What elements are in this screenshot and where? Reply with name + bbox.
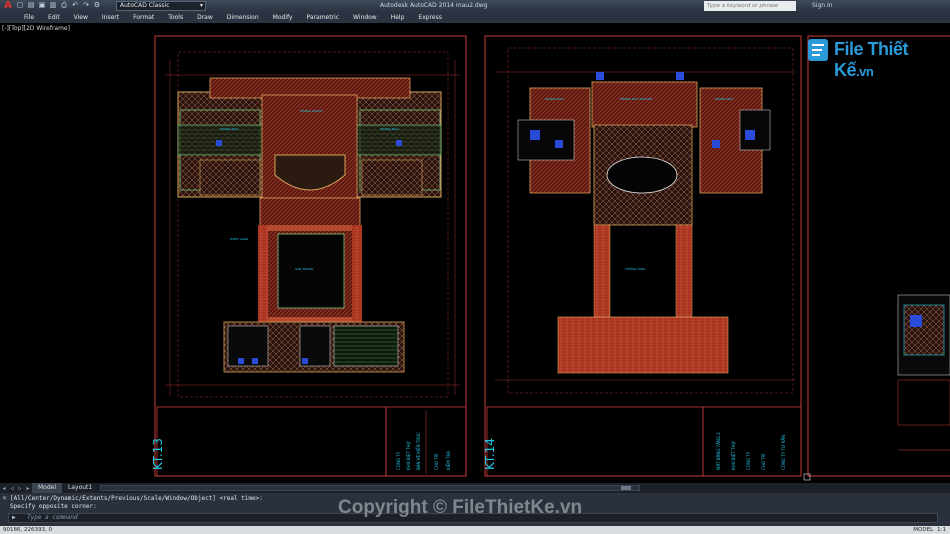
command-placeholder: Type a command (27, 514, 78, 521)
model-space-toggle[interactable]: MODEL (913, 526, 933, 534)
svg-text:THÔNG TẦNG: THÔNG TẦNG (624, 266, 646, 271)
svg-text:HÀNH LANG: HÀNH LANG (230, 236, 249, 241)
svg-text:CHỦ TRÌ: CHỦ TRÌ (434, 454, 439, 470)
menu-draw[interactable]: Draw (191, 12, 221, 23)
window-title: Autodesk AutoCAD 2014 mau2.dwg (380, 2, 488, 9)
brand-logo: File Thiết Kế.vn (806, 35, 946, 80)
menu-dimension[interactable]: Dimension (221, 12, 267, 23)
application-menu-icon[interactable]: A (2, 1, 14, 11)
drawing-svg: PHÒNG KHÁCH PHÒNG NGỦ PHÒNG NGỦ SÂN TRON… (151, 35, 950, 481)
menu-window[interactable]: Window (347, 12, 385, 23)
svg-text:PHÒNG NGỦ: PHÒNG NGỦ (545, 96, 564, 101)
save-as-icon[interactable]: ▥ (49, 1, 57, 10)
ucs-icon (803, 473, 811, 481)
title-bar: A ▢ ▤ ▣ ▥ ⎙ ↶ ↷ ⚙ AutoCAD Classic ▾ Auto… (0, 0, 950, 12)
annotation-scale[interactable]: 1:1 (937, 526, 946, 534)
workspace-dropdown[interactable]: AutoCAD Classic ▾ (116, 1, 206, 11)
svg-text:KHU BIỆT THỰ: KHU BIỆT THỰ (731, 441, 736, 470)
workspace-icon[interactable]: ⚙ (93, 1, 101, 10)
search-input[interactable]: Type a keyword or phrase (704, 1, 796, 11)
menu-tools[interactable]: Tools (162, 12, 191, 23)
chevron-down-icon: ▾ (199, 2, 203, 9)
brand-mark-icon (808, 39, 828, 61)
svg-text:KHU BIỆT THỰ: KHU BIỆT THỰ (406, 441, 411, 470)
svg-text:SÂN TRONG: SÂN TRONG (295, 266, 314, 271)
sheet-partial-right (807, 35, 950, 477)
close-icon[interactable]: ✕ (2, 495, 7, 502)
menu-express[interactable]: Express (412, 12, 449, 23)
plot-icon[interactable]: ⎙ (60, 1, 68, 10)
scrollbar-thumb[interactable] (621, 486, 631, 490)
menu-edit[interactable]: Edit (42, 12, 68, 23)
menu-help[interactable]: Help (385, 12, 413, 23)
prev-tab-icon[interactable]: ◃ (8, 485, 16, 492)
last-tab-icon[interactable]: ▸ (24, 485, 32, 492)
command-history-line: [All/Center/Dynamic/Extents/Previous/Sca… (10, 495, 263, 502)
menu-bar: File Edit View Insert Format Tools Draw … (0, 12, 950, 23)
horizontal-scrollbar[interactable] (100, 485, 640, 491)
status-bar: 90186, 226393, 0 MODEL 1:1 (0, 526, 950, 534)
svg-text:CÔNG TY TƯ VẤN: CÔNG TY TƯ VẤN (781, 435, 786, 470)
sheet-id-kt14: KT.14 (483, 438, 497, 470)
sign-in-link[interactable]: Sign In (812, 0, 833, 12)
svg-text:PHÒNG NGỦ: PHÒNG NGỦ (220, 126, 239, 131)
menu-format[interactable]: Format (127, 12, 162, 23)
svg-text:CÔNG TY: CÔNG TY (746, 451, 751, 470)
coordinate-readout: 90186, 226393, 0 (3, 527, 52, 533)
menu-modify[interactable]: Modify (267, 12, 301, 23)
svg-text:PHÒNG KHÁCH: PHÒNG KHÁCH (300, 108, 323, 113)
next-tab-icon[interactable]: ▹ (16, 485, 24, 492)
save-icon[interactable]: ▣ (38, 1, 46, 10)
drawing-area[interactable]: [-][Top][2D Wireframe] PHÒNG KHÁCH PHÒNG… (0, 23, 950, 483)
brand-text: File Thiết Kế.vn (834, 39, 909, 80)
workspace-value: AutoCAD Classic (120, 2, 170, 9)
menu-file[interactable]: File (18, 12, 42, 23)
svg-text:BẢN VẼ KIẾN TRÚC: BẢN VẼ KIẾN TRÚC (415, 432, 421, 470)
menu-view[interactable]: View (68, 12, 96, 23)
svg-text:CHỦ TRÌ: CHỦ TRÌ (761, 454, 766, 470)
redo-icon[interactable]: ↷ (82, 1, 90, 10)
menu-parametric[interactable]: Parametric (301, 12, 348, 23)
undo-icon[interactable]: ↶ (71, 1, 79, 10)
quick-access-toolbar: ▢ ▤ ▣ ▥ ⎙ ↶ ↷ ⚙ (16, 1, 101, 11)
layout-tabs: ◂ ◃ ▹ ▸ Model Layout1 (0, 483, 950, 493)
command-history-line: Specify opposite corner: (10, 503, 97, 510)
menu-insert[interactable]: Insert (96, 12, 127, 23)
sheet-kt14: PHÒNG NGỦ MASTER PHÒNG NGỦ PHÒNG NGỦ THÔ… (483, 35, 802, 477)
svg-text:PHÒNG NGỦ: PHÒNG NGỦ (715, 96, 734, 101)
copyright-watermark: Copyright © FileThietKe.vn (338, 497, 583, 518)
svg-text:PHÒNG NGỦ: PHÒNG NGỦ (380, 126, 399, 131)
tab-model[interactable]: Model (32, 483, 63, 493)
new-icon[interactable]: ▢ (16, 1, 24, 10)
status-toggles: MODEL 1:1 (913, 526, 946, 534)
tab-layout1[interactable]: Layout1 (62, 483, 98, 493)
first-tab-icon[interactable]: ◂ (0, 485, 8, 492)
svg-text:MẶT BẰNG TẦNG 2: MẶT BẰNG TẦNG 2 (716, 432, 721, 470)
command-prompt-icon: ▶ (12, 514, 16, 521)
svg-text:KIỂM TRA: KIỂM TRA (446, 451, 451, 470)
sheet-kt13: PHÒNG KHÁCH PHÒNG NGỦ PHÒNG NGỦ SÂN TRON… (151, 35, 467, 477)
sheet-id-kt13: KT.13 (151, 438, 165, 470)
svg-text:PHÒNG NGỦ MASTER: PHÒNG NGỦ MASTER (620, 96, 652, 101)
open-icon[interactable]: ▤ (27, 1, 35, 10)
svg-text:CÔNG TY: CÔNG TY (396, 451, 401, 470)
autocad-window: A ▢ ▤ ▣ ▥ ⎙ ↶ ↷ ⚙ AutoCAD Classic ▾ Auto… (0, 0, 950, 534)
